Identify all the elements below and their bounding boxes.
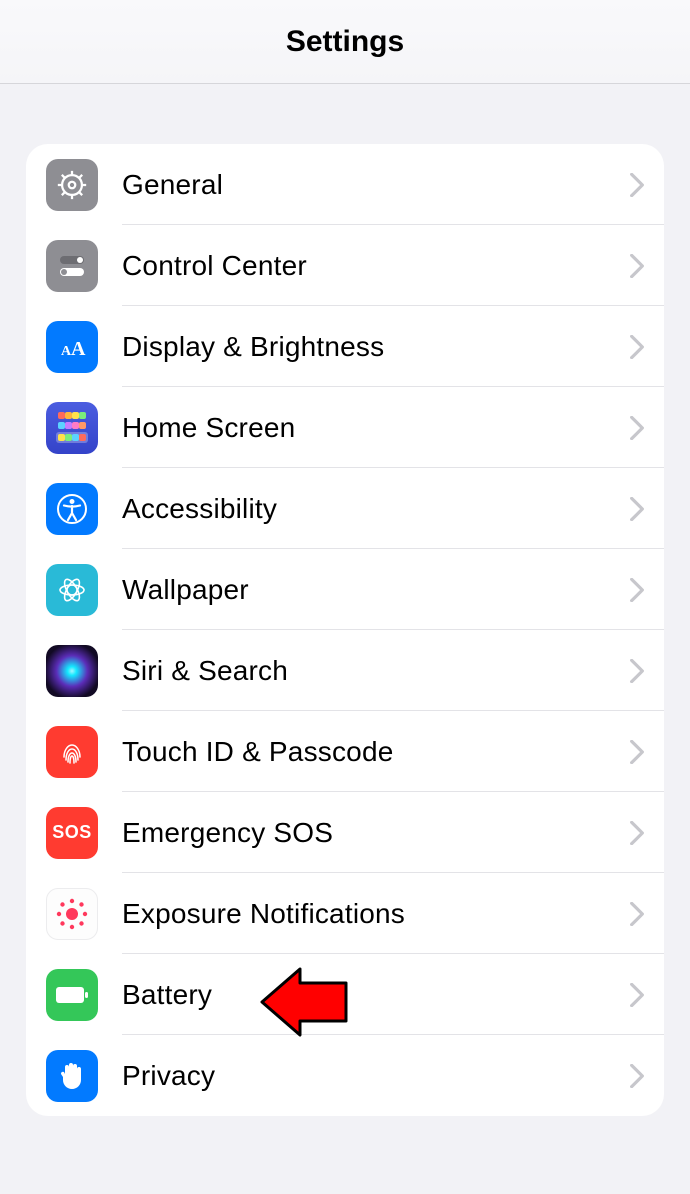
home-screen-icon [46, 402, 98, 454]
chevron-right-icon [630, 578, 644, 602]
settings-row-label: Siri & Search [122, 655, 630, 687]
settings-row-label: Display & Brightness [122, 331, 630, 363]
settings-row-label: Touch ID & Passcode [122, 736, 630, 768]
settings-row-label: Privacy [122, 1060, 630, 1092]
chevron-right-icon [630, 983, 644, 1007]
chevron-right-icon [630, 254, 644, 278]
chevron-right-icon [630, 902, 644, 926]
settings-row-label: Battery [122, 979, 630, 1011]
chevron-right-icon [630, 416, 644, 440]
settings-row-display-brightness[interactable]: A A Display & Brightness [26, 306, 664, 387]
settings-row-emergency-sos[interactable]: SOS Emergency SOS [26, 792, 664, 873]
settings-row-home-screen[interactable]: Home Screen [26, 387, 664, 468]
settings-row-label: Exposure Notifications [122, 898, 630, 930]
navigation-bar: Settings [0, 0, 690, 84]
settings-row-label: General [122, 169, 630, 201]
chevron-right-icon [630, 659, 644, 683]
siri-icon [46, 645, 98, 697]
chevron-right-icon [630, 497, 644, 521]
battery-icon [46, 969, 98, 1021]
page-title: Settings [286, 25, 404, 59]
chevron-right-icon [630, 821, 644, 845]
settings-row-control-center[interactable]: Control Center [26, 225, 664, 306]
text-size-icon: A A [46, 321, 98, 373]
wallpaper-icon [46, 564, 98, 616]
toggles-icon [46, 240, 98, 292]
settings-content: General Control Center A A [0, 144, 690, 1116]
sos-icon: SOS [46, 807, 98, 859]
settings-row-wallpaper[interactable]: Wallpaper [26, 549, 664, 630]
settings-row-label: Accessibility [122, 493, 630, 525]
chevron-right-icon [630, 173, 644, 197]
settings-row-privacy[interactable]: Privacy [26, 1035, 664, 1116]
settings-group: General Control Center A A [26, 144, 664, 1116]
gear-icon [46, 159, 98, 211]
accessibility-icon [46, 483, 98, 535]
settings-row-label: Control Center [122, 250, 630, 282]
hand-icon [46, 1050, 98, 1102]
settings-row-general[interactable]: General [26, 144, 664, 225]
settings-row-touch-id-passcode[interactable]: Touch ID & Passcode [26, 711, 664, 792]
settings-row-label: Home Screen [122, 412, 630, 444]
chevron-right-icon [630, 1064, 644, 1088]
exposure-icon [46, 888, 98, 940]
settings-row-label: Wallpaper [122, 574, 630, 606]
chevron-right-icon [630, 740, 644, 764]
chevron-right-icon [630, 335, 644, 359]
settings-row-label: Emergency SOS [122, 817, 630, 849]
settings-row-accessibility[interactable]: Accessibility [26, 468, 664, 549]
settings-row-siri-search[interactable]: Siri & Search [26, 630, 664, 711]
settings-row-exposure-notifications[interactable]: Exposure Notifications [26, 873, 664, 954]
svg-text:A: A [71, 338, 86, 360]
fingerprint-icon [46, 726, 98, 778]
settings-row-battery[interactable]: Battery [26, 954, 664, 1035]
